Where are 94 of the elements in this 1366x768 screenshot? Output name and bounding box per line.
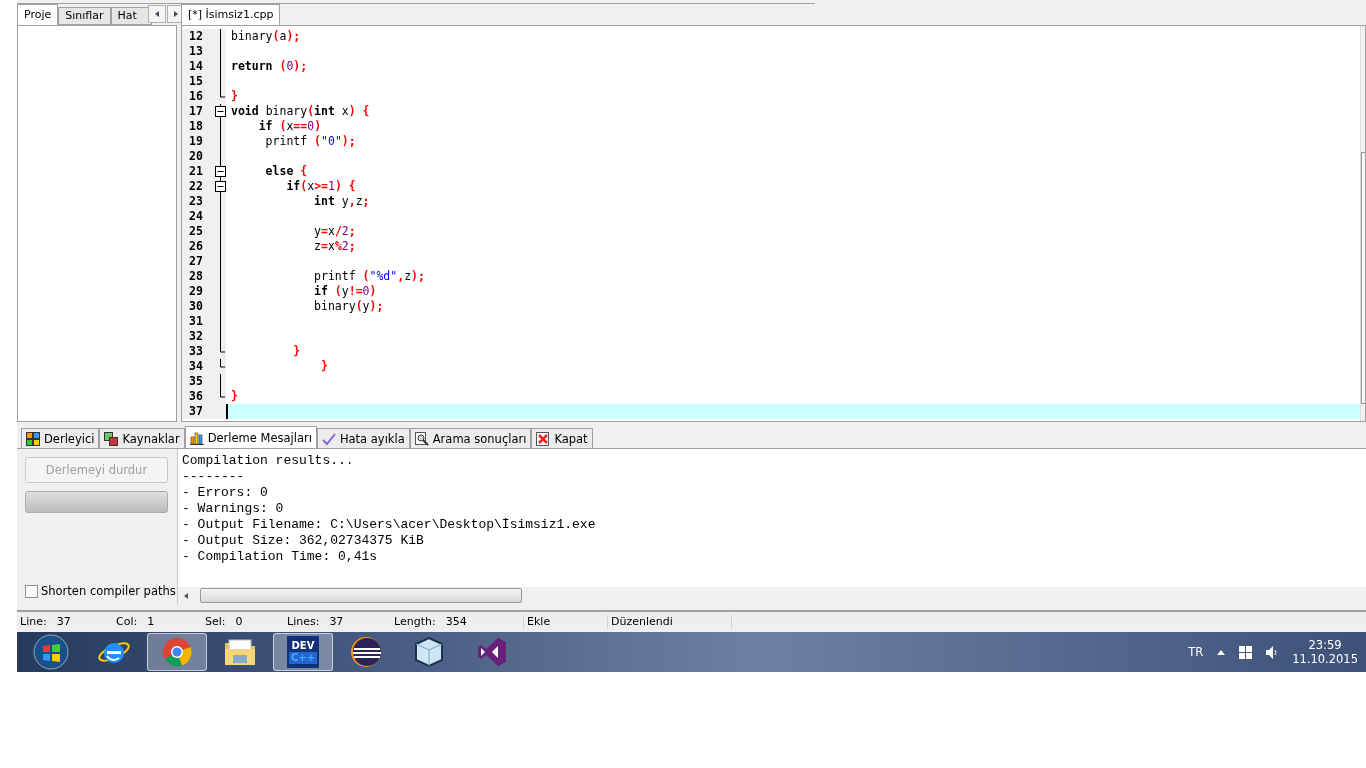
panel-tab[interactable]: Sınıflar (58, 6, 111, 25)
check-icon (321, 431, 336, 446)
checkbox[interactable] (25, 584, 38, 598)
output-tab[interactable]: Hata ayıkla (316, 428, 410, 449)
horizontal-scrollbar[interactable] (178, 587, 1366, 605)
output-tab[interactable]: Kaynaklar (99, 428, 185, 449)
output-tab[interactable]: Arama sonuçları (409, 428, 532, 449)
chrome-icon[interactable] (162, 637, 192, 668)
output-tab[interactable]: Kapat (531, 428, 593, 449)
status-value: 354 (445, 614, 467, 628)
output-tab[interactable]: Derleme Mesajları (184, 426, 317, 449)
code-line: z=x%2; (313, 238, 357, 254)
code-line: printf ("0"); (264, 133, 357, 149)
line-number: 29 (188, 283, 204, 299)
collapse-icon[interactable] (215, 163, 226, 179)
status-label: Sel: (205, 614, 226, 628)
code-line: void binary(int x) { (230, 103, 371, 119)
line-number: 14 (188, 58, 204, 74)
right-arrow-icon (173, 10, 178, 17)
grid-icon (26, 431, 40, 446)
code-line: printf ("%d",z); (313, 268, 426, 284)
collapse-icon[interactable] (215, 178, 226, 194)
output-tab[interactable]: Derleyici (21, 428, 100, 449)
code-line: return (0); (230, 58, 309, 74)
left-arrow-icon (154, 10, 159, 17)
language-indicator[interactable]: TR (1188, 645, 1204, 660)
speaker-icon[interactable] (1266, 645, 1279, 659)
search-icon (414, 431, 429, 446)
code-line: if(x>=1) { (285, 178, 357, 194)
clock-time[interactable]: 23:59 (1308, 638, 1342, 653)
clock-date[interactable]: 11.10.2015 (1292, 652, 1358, 667)
checkbox-label: Shorten compiler paths (41, 584, 176, 599)
line-number: 19 (188, 133, 204, 149)
chart-icon (189, 430, 204, 445)
cube-icon[interactable] (414, 636, 444, 669)
line-number: 35 (188, 373, 204, 389)
line-number: 12 (188, 28, 204, 44)
status-label: Length: (394, 614, 436, 628)
up-arrow-icon[interactable] (1217, 649, 1226, 655)
panel-tab[interactable]: Proje (17, 3, 59, 25)
line-number: 32 (188, 328, 204, 344)
line-number: 21 (188, 163, 204, 179)
line-number: 36 (188, 388, 204, 404)
code-line: else { (264, 163, 309, 179)
status-value: 37 (56, 614, 71, 628)
visual-studio-icon[interactable] (476, 636, 508, 669)
file-tab[interactable]: [*] İsimsiz1.cpp (181, 3, 281, 25)
eclipse-icon[interactable] (350, 636, 382, 669)
line-number: 37 (188, 403, 204, 419)
line-number: 17 (188, 103, 204, 119)
line-number: 18 (188, 118, 204, 134)
line-number: 31 (188, 313, 204, 329)
status-value: 37 (329, 614, 344, 628)
line-number: 23 (188, 193, 204, 209)
line-number: 27 (188, 253, 204, 269)
line-number: 22 (188, 178, 204, 194)
line-number: 30 (188, 298, 204, 314)
collapse-icon[interactable] (215, 103, 226, 119)
code-line: } (230, 88, 239, 104)
compiler-output: Compilation results... -------- - Errors: 0 - Warnings: 0 - Output Filename: C:\Users\acer\Desktop\İsimsiz1.exe - Output Size: 362,02734375 KiB - Compilation Time: 0,41s (181, 452, 597, 567)
folder-icon[interactable] (223, 637, 257, 668)
line-number: 33 (188, 343, 204, 359)
line-number: 26 (188, 238, 204, 254)
close-icon (536, 431, 551, 446)
scroll-left-button[interactable] (147, 4, 166, 23)
code-line: } (292, 343, 302, 359)
line-number: 20 (188, 148, 204, 164)
code-line: } (230, 388, 239, 404)
windows-icon (104, 431, 119, 446)
status-value: Ekle (527, 614, 551, 628)
windows-flag-icon[interactable] (1239, 645, 1253, 659)
status-value: 1 (147, 614, 155, 628)
code-line: y=x/2; (313, 223, 357, 239)
status-label: Line: (20, 614, 47, 628)
line-number: 25 (188, 223, 204, 239)
status-value: 0 (235, 614, 243, 628)
line-number: 13 (188, 43, 204, 59)
line-number: 34 (188, 358, 204, 374)
dev-cpp-logo-icon[interactable]: DEV C++ (287, 636, 319, 669)
code-line: binary(y); (313, 298, 385, 314)
line-number: 28 (188, 268, 204, 284)
vertical-scrollbar[interactable] (1360, 25, 1365, 422)
code-line: } (320, 358, 329, 374)
code-line: binary(a); (230, 28, 302, 44)
code-line: if (y!=0) (313, 283, 378, 299)
start-orb-icon[interactable] (33, 634, 69, 671)
line-number: 16 (188, 88, 204, 104)
line-number: 24 (188, 208, 204, 224)
status-value: Düzenlendi (611, 614, 673, 628)
code-line: int y,z; (313, 193, 371, 209)
status-label: Col: (116, 614, 138, 628)
status-label: Lines: (287, 614, 320, 628)
code-line: if (x==0) (257, 118, 323, 134)
line-number: 15 (188, 73, 204, 89)
